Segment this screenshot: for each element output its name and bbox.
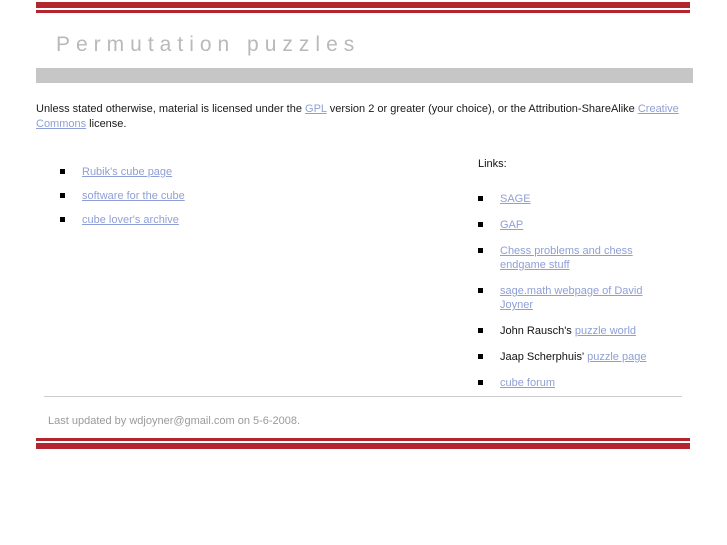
left-links-list: Rubik's cube page software for the cube … bbox=[60, 165, 390, 227]
link-gap[interactable]: GAP bbox=[500, 219, 523, 231]
john-rausch-prefix: John Rausch's bbox=[500, 325, 575, 337]
license-text-after: license. bbox=[86, 118, 127, 130]
link-cube-forum[interactable]: cube forum bbox=[500, 377, 555, 389]
link-sage[interactable]: SAGE bbox=[500, 193, 531, 205]
license-paragraph: Unless stated otherwise, material is lic… bbox=[36, 102, 686, 132]
right-links-list: SAGE GAP Chess problems and chess endgam… bbox=[478, 192, 698, 390]
list-item[interactable]: John Rausch's puzzle world bbox=[478, 324, 650, 338]
list-item[interactable]: software for the cube bbox=[60, 189, 390, 203]
jaap-scherphuis-prefix: Jaap Scherphuis' bbox=[500, 351, 588, 363]
bottom-accent-rules bbox=[36, 438, 690, 449]
top-accent-rules bbox=[36, 2, 690, 13]
right-links-column: Links: SAGE GAP Chess problems and chess… bbox=[478, 158, 698, 402]
links-heading: Links: bbox=[478, 158, 507, 170]
list-item[interactable]: Chess problems and chess endgame stuff bbox=[478, 244, 650, 272]
link-puzzle-world[interactable]: puzzle world bbox=[575, 325, 636, 337]
list-item[interactable]: sage.math webpage of David Joyner bbox=[478, 284, 650, 312]
left-links-column: Rubik's cube page software for the cube … bbox=[60, 165, 390, 237]
top-accent-bar-thin bbox=[36, 10, 690, 13]
header-gray-band bbox=[36, 68, 693, 83]
list-item[interactable]: SAGE bbox=[478, 192, 650, 206]
list-item[interactable]: GAP bbox=[478, 218, 650, 232]
list-item[interactable]: Jaap Scherphuis' puzzle page bbox=[478, 350, 650, 364]
bottom-accent-bar-thick bbox=[36, 443, 690, 449]
list-item[interactable]: cube forum bbox=[478, 376, 650, 390]
license-text-middle: version 2 or greater (your choice), or t… bbox=[326, 103, 638, 115]
license-text-before: Unless stated otherwise, material is lic… bbox=[36, 103, 306, 115]
gpl-link[interactable]: GPL bbox=[305, 103, 327, 115]
link-sage-math-webpage[interactable]: sage.math webpage of David Joyner bbox=[500, 285, 642, 311]
link-puzzle-page[interactable]: puzzle page bbox=[587, 351, 646, 363]
link-chess-problems[interactable]: Chess problems and chess endgame stuff bbox=[500, 245, 633, 271]
link-software-for-the-cube[interactable]: software for the cube bbox=[82, 190, 185, 202]
link-rubiks-cube-page[interactable]: Rubik's cube page bbox=[82, 166, 172, 178]
footer-divider bbox=[44, 396, 682, 397]
list-item[interactable]: cube lover's archive bbox=[60, 213, 390, 227]
link-cube-lovers-archive[interactable]: cube lover's archive bbox=[82, 214, 179, 226]
page-title: Permutation puzzles bbox=[56, 33, 361, 56]
list-item[interactable]: Rubik's cube page bbox=[60, 165, 390, 179]
footer-last-updated: Last updated by wdjoyner@gmail.com on 5-… bbox=[48, 415, 301, 427]
